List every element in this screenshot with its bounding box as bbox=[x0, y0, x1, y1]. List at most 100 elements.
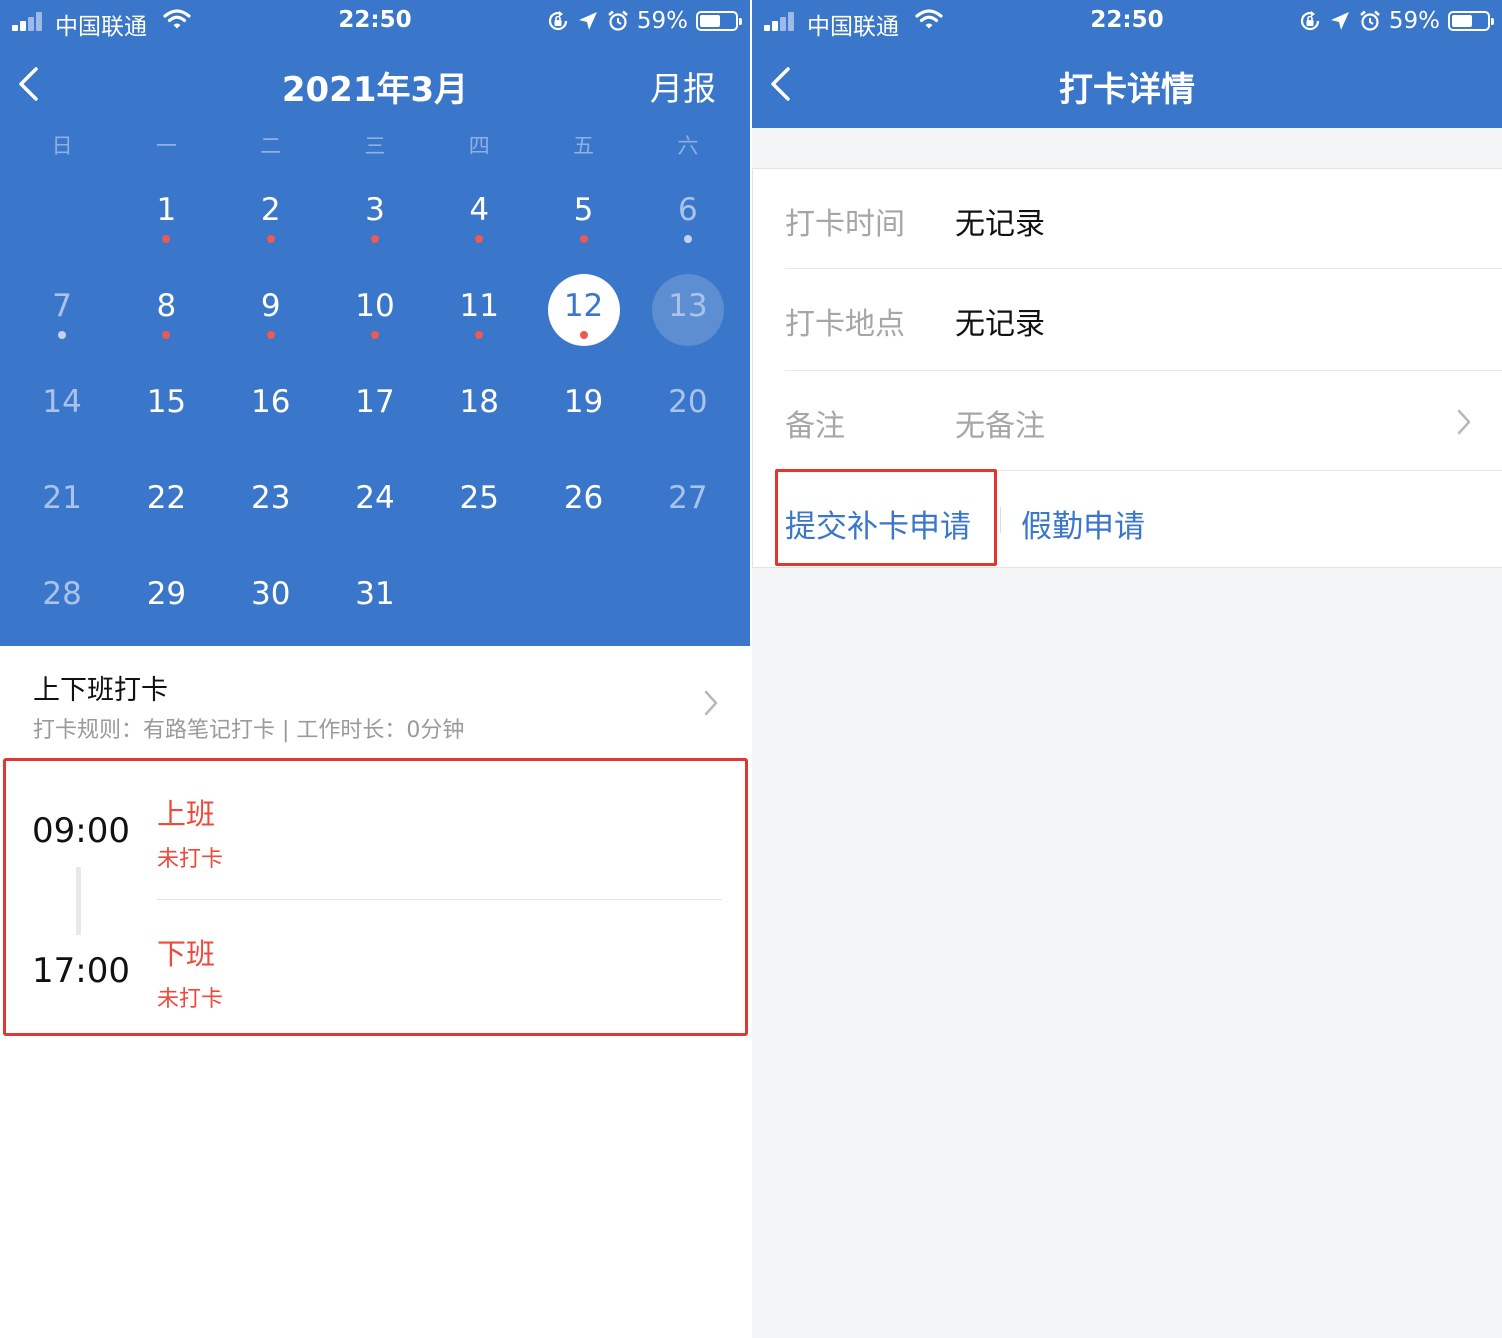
row-value: 无记录 bbox=[955, 307, 1045, 342]
status-bar: 中国联通 22:50 59% bbox=[752, 0, 1502, 42]
calendar-day[interactable]: 1 bbox=[114, 162, 218, 258]
alarm-icon bbox=[608, 10, 628, 31]
monthly-report-button[interactable]: 月报 bbox=[650, 62, 716, 110]
day-number: 30 bbox=[250, 576, 291, 612]
weekday-label: 二 bbox=[260, 134, 282, 158]
row-punch-time: 打卡时间 无记录 bbox=[785, 169, 1502, 269]
day-number: 25 bbox=[459, 480, 499, 516]
missed-punch-dot bbox=[162, 235, 171, 243]
day-number: 5 bbox=[573, 192, 594, 228]
action-divider bbox=[1000, 507, 1001, 533]
calendar-day[interactable]: 27 bbox=[636, 450, 740, 546]
chevron-right-icon bbox=[1457, 409, 1471, 435]
weekday-label: 五 bbox=[573, 134, 595, 158]
missed-punch-dot bbox=[266, 235, 275, 243]
day-number: 6 bbox=[677, 192, 698, 228]
punch-detail-card: 打卡时间 无记录 打卡地点 无记录 备注 无备注 提交补卡申请 假勤申请 bbox=[752, 168, 1502, 568]
rest-day-dot bbox=[58, 331, 67, 339]
calendar-day[interactable]: 24 bbox=[323, 450, 427, 546]
calendar-day[interactable]: 6 bbox=[636, 162, 740, 258]
calendar-week: 14 15 16 17 18 19 20 bbox=[10, 354, 740, 450]
day-number: 9 bbox=[260, 288, 281, 324]
missed-punch-dot bbox=[475, 235, 484, 243]
record-time: 17:00 bbox=[32, 951, 130, 991]
calendar-day[interactable]: 11 bbox=[427, 258, 531, 354]
calendar-day[interactable]: 26 bbox=[531, 450, 635, 546]
calendar-day[interactable]: 9 bbox=[219, 258, 323, 354]
day-number: 13 bbox=[668, 288, 708, 324]
day-number: 19 bbox=[563, 384, 604, 420]
calendar-day[interactable]: 15 bbox=[114, 354, 218, 450]
weekday-label: 日 bbox=[51, 134, 73, 158]
calendar-day[interactable]: 18 bbox=[427, 354, 531, 450]
alarm-icon bbox=[1360, 10, 1380, 31]
weekday-label: 四 bbox=[468, 134, 490, 158]
record-label: 上班 bbox=[157, 797, 216, 831]
punch-records-highlight: 09:00 上班 未打卡 17:00 下班 未打卡 bbox=[3, 758, 748, 1036]
calendar-day[interactable]: 31 bbox=[323, 546, 427, 642]
calendar-grid: 1 2 3 4 5 6 7 8 9 10 11 12 13 14 15 16 17 18 19 20 21 22 23 24 2… bbox=[10, 162, 740, 642]
row-value: 无备注 bbox=[955, 409, 1045, 444]
calendar-day[interactable]: 20 bbox=[636, 354, 740, 450]
weekday-label: 三 bbox=[364, 134, 386, 158]
day-number: 20 bbox=[668, 384, 708, 420]
calendar-week: 7 8 9 10 11 12 13 bbox=[10, 258, 740, 354]
row-label: 打卡地点 bbox=[785, 307, 905, 342]
day-number: 1 bbox=[156, 192, 177, 228]
weekday-label: 一 bbox=[155, 134, 177, 158]
record-time: 09:00 bbox=[32, 811, 130, 851]
weekday-header: 日一二三四五六 bbox=[10, 130, 740, 160]
record-label: 下班 bbox=[157, 937, 216, 971]
calendar-day[interactable]: 10 bbox=[323, 258, 427, 354]
missed-punch-dot bbox=[162, 331, 171, 339]
day-number: 27 bbox=[668, 480, 708, 516]
calendar-week: 28 29 30 31 bbox=[10, 546, 740, 642]
page-title: 打卡详情 bbox=[1059, 70, 1195, 110]
record-status: 未打卡 bbox=[157, 847, 224, 872]
day-number: 16 bbox=[250, 384, 291, 420]
battery-icon bbox=[1448, 11, 1494, 31]
calendar-day[interactable]: 8 bbox=[114, 258, 218, 354]
calendar-day[interactable]: 4 bbox=[427, 162, 531, 258]
day-number: 28 bbox=[42, 576, 82, 612]
calendar-day[interactable]: 19 bbox=[531, 354, 635, 450]
calendar-day[interactable]: 29 bbox=[114, 546, 218, 642]
calendar-day[interactable]: 21 bbox=[10, 450, 114, 546]
rest-day-dot bbox=[683, 235, 692, 243]
missed-punch-dot bbox=[475, 331, 484, 339]
submit-makeup-button[interactable]: 提交补卡申请 bbox=[785, 501, 971, 546]
day-number: 10 bbox=[355, 288, 395, 324]
calendar-day[interactable]: 25 bbox=[427, 450, 531, 546]
row-remark[interactable]: 备注 无备注 bbox=[785, 371, 1502, 471]
orientation-lock-icon bbox=[1300, 11, 1319, 31]
calendar-day[interactable]: 30 bbox=[219, 546, 323, 642]
day-number: 2 bbox=[260, 192, 281, 228]
battery-percent: 59% bbox=[636, 8, 688, 34]
missed-punch-dot bbox=[579, 331, 588, 339]
orientation-lock-icon bbox=[548, 11, 567, 31]
day-number: 7 bbox=[52, 288, 72, 324]
calendar-day[interactable]: 14 bbox=[10, 354, 114, 450]
calendar-day[interactable]: 22 bbox=[114, 450, 218, 546]
calendar-day[interactable]: 12 bbox=[531, 258, 635, 354]
calendar-day[interactable]: 16 bbox=[219, 354, 323, 450]
day-number: 24 bbox=[355, 480, 395, 516]
shift-summary[interactable]: 上下班打卡 打卡规则：有路笔记打卡 | 工作时长：0分钟 bbox=[0, 646, 750, 756]
shift-title: 上下班打卡 bbox=[33, 675, 168, 706]
month-title[interactable]: 2021年3月 bbox=[0, 62, 750, 111]
calendar-day[interactable]: 17 bbox=[323, 354, 427, 450]
calendar-day[interactable]: 2 bbox=[219, 162, 323, 258]
day-number: 18 bbox=[459, 384, 499, 420]
missed-punch-dot bbox=[266, 331, 275, 339]
weekday-label: 六 bbox=[677, 134, 699, 158]
calendar-day[interactable]: 13 bbox=[636, 258, 740, 354]
row-punch-location: 打卡地点 无记录 bbox=[785, 269, 1502, 371]
calendar-day[interactable]: 7 bbox=[10, 258, 114, 354]
calendar-day[interactable]: 3 bbox=[323, 162, 427, 258]
calendar-day[interactable]: 28 bbox=[10, 546, 114, 642]
calendar-day[interactable]: 5 bbox=[531, 162, 635, 258]
leave-request-button[interactable]: 假勤申请 bbox=[1021, 501, 1145, 546]
battery-icon bbox=[696, 11, 742, 31]
day-number: 23 bbox=[250, 480, 291, 516]
calendar-day[interactable]: 23 bbox=[219, 450, 323, 546]
